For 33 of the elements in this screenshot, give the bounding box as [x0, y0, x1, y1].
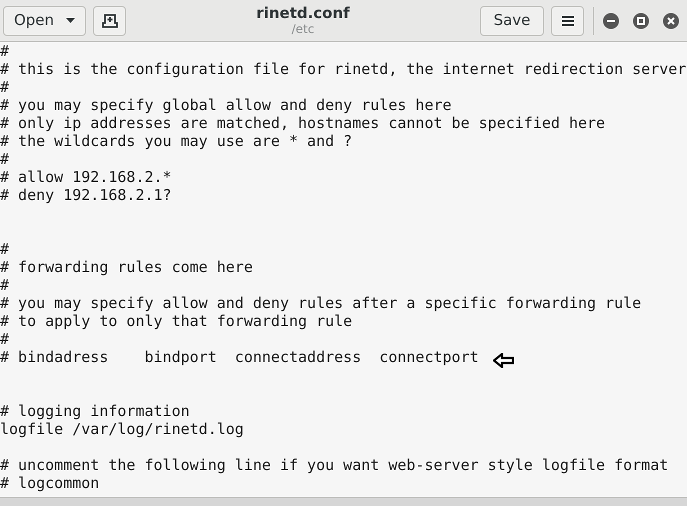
code-line: # bindadress bindport connectaddress connectport	[0, 348, 479, 366]
code-line: # logcommon	[0, 474, 100, 492]
code-line: # to apply to only that forwarding rule	[0, 312, 352, 330]
close-button[interactable]	[663, 12, 679, 28]
new-document-icon	[102, 14, 118, 28]
save-button[interactable]: Save	[480, 6, 544, 36]
minimize-button[interactable]	[603, 12, 619, 28]
menu-icon	[562, 16, 574, 26]
code-line: #	[0, 42, 10, 60]
code-line: #	[0, 78, 10, 96]
code-line: logfile /var/log/rinetd.log	[0, 420, 244, 438]
code-line: # you may specify allow and deny rules after a specific forwarding rule	[0, 294, 642, 312]
code-line: #	[0, 276, 10, 294]
caret-icon	[66, 18, 76, 23]
code-line: # deny 192.168.2.1?	[0, 186, 172, 204]
code-line: # this is the configuration file for rinetd, the internet redirection server	[0, 60, 686, 78]
close-icon	[667, 16, 675, 24]
code-line: # only ip addresses are matched, hostnames cannot be specified here	[0, 114, 606, 132]
new-tab-button[interactable]	[93, 6, 126, 36]
code-line: # allow 192.168.2.*	[0, 168, 172, 186]
code-line: # logging information	[0, 402, 190, 420]
open-button[interactable]: Open	[3, 6, 86, 36]
code-line: #	[0, 240, 10, 258]
window-title: rinetd.conf	[256, 4, 350, 22]
code-line: #	[0, 150, 10, 168]
code-line: # you may specify global allow and deny rules here	[0, 96, 452, 114]
code-line: # forwarding rules come here	[0, 258, 253, 276]
menu-button[interactable]	[551, 6, 584, 36]
code-line: #	[0, 330, 10, 348]
code-line: # uncomment the following line if you want web-server style logfile format	[0, 456, 668, 474]
maximize-button[interactable]	[633, 12, 649, 28]
code-line: # the wildcards you may use are * and ?	[0, 132, 352, 150]
file-path: /etc	[292, 22, 314, 38]
